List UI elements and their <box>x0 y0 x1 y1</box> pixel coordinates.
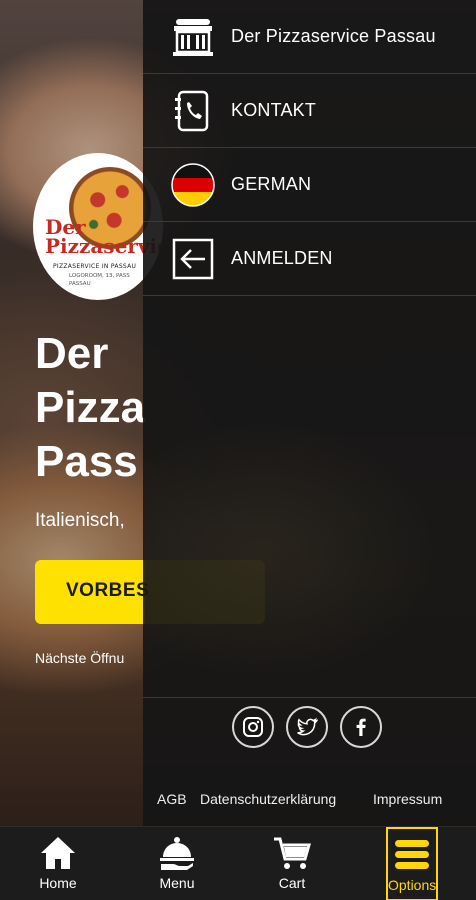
facebook-icon[interactable] <box>340 706 382 748</box>
drawer-divider <box>143 697 476 698</box>
nav-home[interactable]: Home <box>22 827 94 900</box>
home-icon <box>41 837 75 869</box>
hero-title: Der Pizza Pass <box>35 329 146 486</box>
nav-menu[interactable]: Menu <box>141 827 213 900</box>
instagram-icon[interactable] <box>232 706 274 748</box>
drawer-item-label: GERMAN <box>231 174 312 194</box>
nav-cart[interactable]: Cart <box>256 827 328 900</box>
cart-icon <box>274 837 311 869</box>
german-flag-icon <box>171 162 215 207</box>
phone-book-icon <box>171 89 215 133</box>
drawer-item-login[interactable]: ANMELDEN <box>143 222 476 296</box>
nav-label: Menu <box>159 875 195 891</box>
nav-options[interactable]: Options <box>386 827 438 900</box>
cloche-icon <box>160 837 194 870</box>
imprint-link[interactable]: Impressum <box>373 791 442 807</box>
bottom-nav: Home Menu Cart Options <box>0 826 476 900</box>
drawer-item-label: Der Pizzaservice Passau <box>231 26 436 46</box>
drawer-item-language[interactable]: GERMAN <box>143 148 476 222</box>
privacy-link[interactable]: Datenschutzerklärung <box>200 791 336 807</box>
login-icon <box>171 237 215 281</box>
drawer-item-restaurant[interactable]: Der Pizzaservice Passau <box>143 0 476 74</box>
logo-tagline: PIZZASERVICE IN PASSAU <box>53 263 137 270</box>
nav-label: Options <box>388 877 437 893</box>
nav-label: Cart <box>278 875 306 891</box>
next-opening-text: Nächste Öffnu <box>35 650 125 666</box>
store-icon <box>171 15 215 59</box>
drawer-item-label: KONTAKT <box>231 100 317 120</box>
hamburger-icon <box>395 840 429 869</box>
drawer-glow <box>143 290 476 710</box>
side-drawer: Der Pizzaservice Passau KONTAKT GERMAN A… <box>143 0 476 826</box>
logo-address: LOGOROOM, 13, PASS PASSAU <box>69 273 130 287</box>
nav-label: Home <box>39 875 77 891</box>
agb-link[interactable]: AGB <box>157 791 187 807</box>
drawer-item-label: ANMELDEN <box>231 248 333 268</box>
drawer-item-contact[interactable]: KONTAKT <box>143 74 476 148</box>
hero-subtitle: Italienisch, <box>35 510 125 531</box>
twitter-icon[interactable] <box>286 706 328 748</box>
